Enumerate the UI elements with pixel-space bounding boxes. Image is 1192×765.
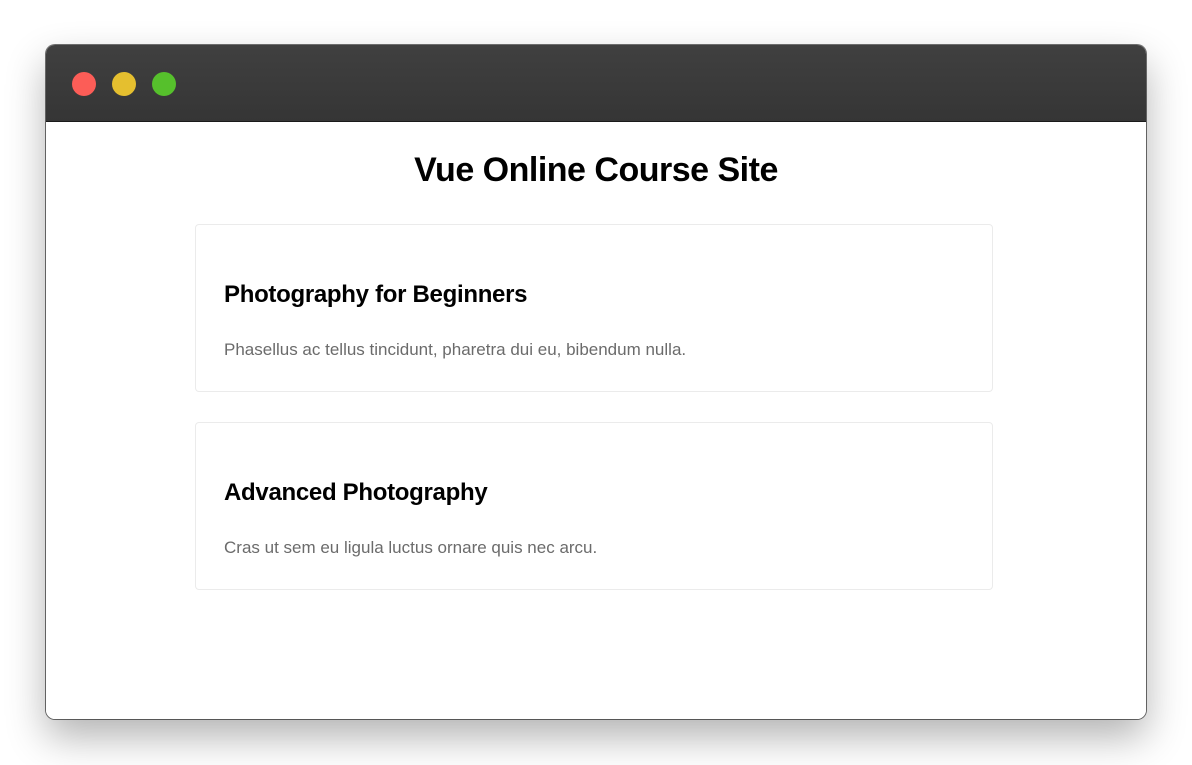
course-title: Photography for Beginners	[224, 281, 528, 308]
close-button[interactable]	[72, 72, 96, 96]
browser-window: Vue Online Course Site Photography for B…	[46, 45, 1146, 719]
minimize-button[interactable]	[112, 72, 136, 96]
course-description: Cras ut sem eu ligula luctus ornare quis…	[224, 538, 598, 557]
window-titlebar[interactable]	[46, 45, 1146, 122]
course-card: Advanced Photography Cras ut sem eu ligu…	[195, 422, 993, 590]
zoom-button[interactable]	[152, 72, 176, 96]
page-title: Vue Online Course Site	[414, 151, 778, 189]
course-card: Photography for Beginners Phasellus ac t…	[195, 224, 993, 392]
page-content: Vue Online Course Site Photography for B…	[46, 122, 1146, 719]
course-description: Phasellus ac tellus tincidunt, pharetra …	[224, 340, 687, 359]
desktop-backdrop: Vue Online Course Site Photography for B…	[0, 0, 1192, 765]
course-title: Advanced Photography	[224, 479, 488, 506]
